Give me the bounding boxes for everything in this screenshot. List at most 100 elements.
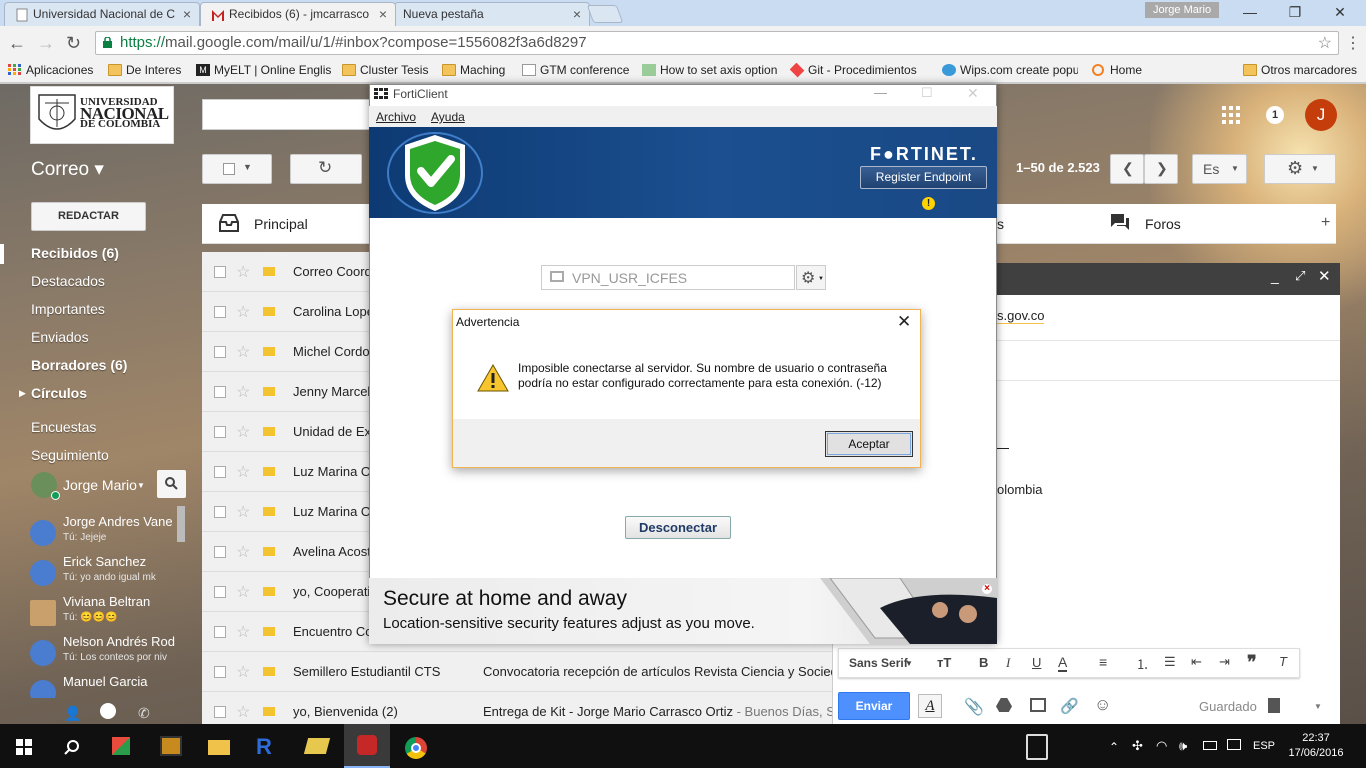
bookmark-git[interactable]: Git - Procedimientos (790, 63, 930, 79)
email-row[interactable]: ☆ Semillero Estudiantil CTS Convocatoria r… (202, 652, 832, 692)
input-language-button[interactable]: Es ▼ (1192, 154, 1247, 184)
chevron-down-icon[interactable]: ▼ (905, 659, 913, 668)
people-search-button[interactable] (157, 470, 186, 498)
close-icon[interactable]: × (573, 6, 581, 22)
important-icon[interactable] (263, 547, 275, 556)
refresh-button[interactable]: ↻ (290, 154, 362, 184)
bookmark-wips[interactable]: Wips.com create popu (942, 63, 1078, 79)
back-icon[interactable]: ← (8, 33, 26, 54)
important-icon[interactable] (263, 427, 275, 436)
reload-icon[interactable]: ↻ (66, 33, 81, 54)
register-endpoint-button[interactable]: Register Endpoint (860, 166, 987, 189)
bookmark-gtm[interactable]: GTM conference (522, 63, 629, 79)
close-window-icon[interactable]: ✕ (1320, 4, 1360, 21)
clear-format-icon[interactable]: T (1279, 654, 1287, 669)
nav-starred[interactable]: Destacados (31, 273, 105, 289)
star-icon[interactable]: ☆ (236, 662, 250, 682)
send-button[interactable]: Enviar (838, 692, 910, 720)
nav-sent[interactable]: Enviados (31, 329, 89, 345)
minimize-icon[interactable]: _ (1271, 268, 1279, 284)
tab-gmail[interactable]: Recibidos (6) - jmcarrasco × (200, 2, 396, 26)
scrollbar[interactable] (177, 506, 185, 542)
link-icon[interactable]: 🔗 (1060, 697, 1079, 715)
tab-universidad[interactable]: Universidad Nacional de C × (4, 2, 200, 26)
nav-surveys[interactable]: Encuestas (31, 419, 96, 435)
forticlient-task-button[interactable] (344, 724, 390, 768)
close-icon[interactable]: × (982, 584, 992, 594)
numbered-list-icon[interactable]: ⒈ (1136, 654, 1149, 673)
star-icon[interactable]: ☆ (236, 462, 250, 482)
minimize-icon[interactable]: — (1230, 4, 1270, 20)
checkbox[interactable] (214, 506, 226, 518)
attach-icon[interactable]: 📎 (964, 697, 984, 717)
important-icon[interactable] (263, 267, 275, 276)
checkbox[interactable] (214, 546, 226, 558)
close-icon[interactable]: ✕ (1318, 267, 1331, 285)
indent-more-icon[interactable]: ⇥ (1219, 654, 1230, 670)
forward-icon[interactable]: → (37, 33, 55, 54)
tab-social[interactable]: s (997, 216, 1004, 232)
input-language[interactable]: ESP (1253, 740, 1275, 752)
bold-icon[interactable]: B (979, 655, 988, 670)
star-icon[interactable]: ☆ (236, 542, 250, 562)
chrome-icon[interactable] (405, 737, 427, 759)
formatting-options-icon[interactable]: A (918, 694, 942, 718)
app-switcher[interactable]: Correo ▾ (31, 158, 104, 181)
mail-search-input[interactable] (202, 99, 370, 130)
profile-chip[interactable]: Jorge Mario (1145, 2, 1220, 18)
new-tab-button[interactable] (586, 5, 624, 23)
quote-icon[interactable]: ❞ (1247, 652, 1257, 673)
bulleted-list-icon[interactable]: ☰ (1164, 654, 1176, 670)
checkbox[interactable] (214, 266, 226, 278)
contact-item[interactable]: Manuel Garcia (28, 674, 188, 698)
star-icon[interactable]: ☆ (1318, 33, 1332, 53)
tab-forums[interactable]: Foros (1145, 216, 1181, 232)
checkbox[interactable] (214, 626, 226, 638)
text-color-icon[interactable]: A (1058, 654, 1068, 672)
vpn-select[interactable]: VPN_USR_ICFES (541, 265, 795, 290)
wifi-icon[interactable]: ◠ (1156, 738, 1167, 754)
minimize-icon[interactable]: — (874, 85, 887, 100)
system-clock[interactable]: 22:37 17/06/2016 (1286, 731, 1346, 761)
trash-icon[interactable] (1268, 698, 1280, 713)
disconnect-button[interactable]: Desconectar (625, 516, 731, 539)
file-explorer-icon[interactable] (208, 740, 230, 755)
photo-icon[interactable] (1030, 698, 1046, 712)
tab-new-tab[interactable]: Nueva pestaña × (394, 2, 590, 26)
important-icon[interactable] (263, 667, 275, 676)
bookmark-home[interactable]: Home (1092, 63, 1142, 79)
apps-grid-icon[interactable] (1222, 106, 1240, 124)
accept-button[interactable]: Aceptar (825, 431, 913, 457)
emoji-icon[interactable]: ☺ (1094, 695, 1111, 715)
nav-circles[interactable]: Círculos (31, 385, 87, 401)
italic-icon[interactable]: I (1006, 655, 1010, 671)
action-center-icon[interactable] (1227, 739, 1241, 750)
close-icon[interactable]: × (379, 6, 387, 22)
compose-header[interactable] (997, 263, 1340, 295)
maximize-icon[interactable]: ❐ (1275, 4, 1315, 21)
settings-button[interactable]: ⚙ ▼ (1264, 154, 1336, 184)
compose-button[interactable]: REDACTAR (31, 202, 146, 231)
menu-icon[interactable]: ⋮ (1345, 33, 1361, 53)
windows-start-icon[interactable] (16, 739, 32, 755)
important-icon[interactable] (263, 707, 275, 716)
menu-archivo[interactable]: Archivo (376, 110, 416, 124)
select-all-checkbox[interactable]: ▼ (202, 154, 272, 184)
star-icon[interactable]: ☆ (236, 302, 250, 322)
important-icon[interactable] (263, 307, 275, 316)
font-size-icon[interactable]: тT (937, 655, 951, 670)
network-app-icon[interactable]: ✣ (1132, 738, 1143, 754)
important-icon[interactable] (263, 347, 275, 356)
checkbox[interactable] (214, 666, 226, 678)
font-select[interactable]: Sans Serif (849, 656, 908, 670)
r-icon[interactable]: R (256, 734, 272, 760)
checkbox[interactable] (214, 426, 226, 438)
bookmark-folder[interactable]: Maching (442, 63, 505, 79)
important-icon[interactable] (263, 627, 275, 636)
person-icon[interactable]: 👤 (64, 705, 81, 722)
chevron-down-icon[interactable]: ▼ (1314, 702, 1322, 711)
hangouts-icon[interactable] (100, 703, 116, 719)
star-icon[interactable]: ☆ (236, 382, 250, 402)
checkbox[interactable] (214, 306, 226, 318)
other-bookmarks[interactable]: Otros marcadores (1243, 63, 1357, 79)
